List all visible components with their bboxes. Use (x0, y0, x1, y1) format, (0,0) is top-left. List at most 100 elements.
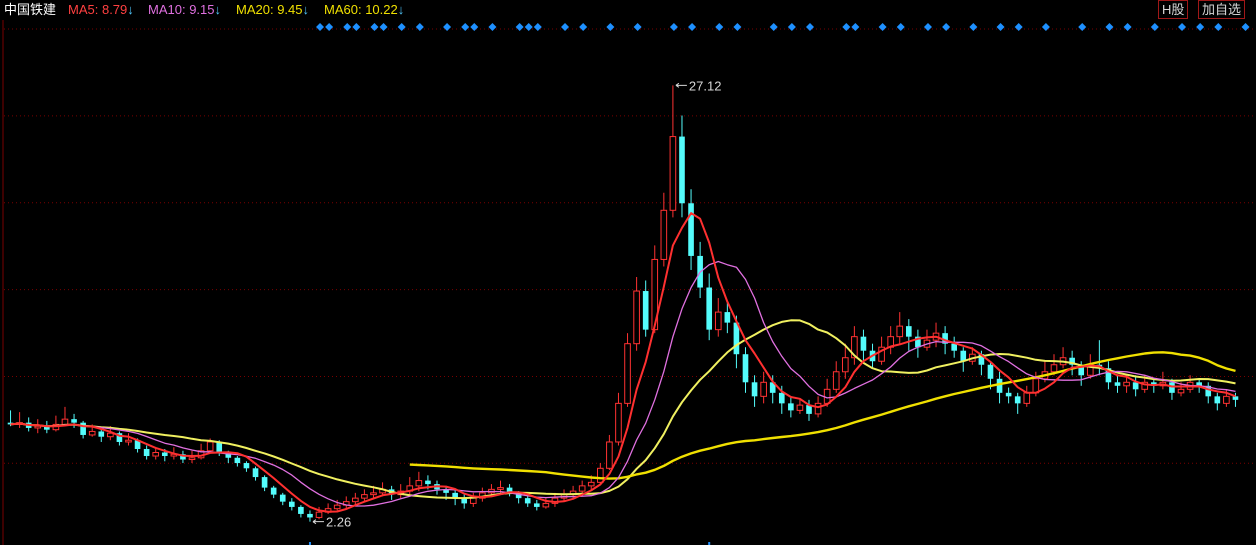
signal-marker (851, 23, 860, 31)
h-share-button[interactable]: H股 (1158, 0, 1189, 19)
candle-body (751, 382, 758, 397)
signal-marker (633, 23, 642, 31)
candle-body (307, 513, 313, 518)
max-arrow-icon (675, 82, 687, 88)
candle-body (1169, 382, 1175, 393)
candle-body (252, 468, 259, 478)
candle-body (987, 364, 994, 379)
signal-marker (996, 23, 1005, 31)
candlestick-chart: 27.12 2.26 (2, 20, 1256, 545)
candle-body (823, 388, 831, 404)
candle-body (996, 378, 1003, 393)
candle-body (688, 203, 694, 256)
candle-body (615, 402, 622, 443)
signal-marker (461, 23, 470, 31)
signal-marker (969, 23, 978, 31)
candle-body (906, 326, 912, 337)
candle-body (1214, 396, 1221, 404)
signal-marker (688, 23, 697, 31)
candle-body (624, 343, 631, 404)
candle-body (524, 498, 531, 504)
ma5-indicator: MA5: 8.79↓ (68, 2, 134, 17)
candle-body (788, 403, 794, 411)
candle-body (143, 448, 150, 457)
candle-body (1177, 388, 1185, 394)
candle-body (814, 402, 822, 415)
candle-body (469, 497, 477, 504)
stock-name: 中国铁建 (4, 2, 57, 17)
candle-body (742, 354, 749, 383)
signal-marker (579, 23, 588, 31)
candle-body (261, 477, 268, 488)
ma60-indicator: MA60: 10.22↓ (324, 2, 405, 17)
signal-marker (878, 23, 887, 31)
chart-header: 中国铁建 MA5: 8.79↓ MA10: 9.15↓ MA20: 9.45↓ … (0, 0, 1256, 20)
signal-marker (1178, 23, 1187, 31)
signal-marker (842, 23, 851, 31)
candle-body (642, 291, 649, 330)
signal-marker (533, 23, 542, 31)
down-arrow-icon: ↓ (302, 2, 310, 17)
candle-body (1232, 396, 1239, 400)
candle-body (188, 457, 196, 461)
min-arrow-icon (312, 519, 324, 525)
signal-marker (787, 23, 796, 31)
signal-marker (325, 23, 334, 31)
signal-marker (1041, 23, 1050, 31)
candle-body (88, 430, 96, 436)
candle-body (333, 504, 341, 510)
candle-body (497, 487, 504, 490)
signal-marker (715, 23, 724, 31)
signal-marker (316, 23, 325, 31)
candle-body (315, 511, 323, 518)
min-price-label: 2.26 (326, 515, 351, 530)
signal-marker (669, 23, 678, 31)
add-watchlist-button[interactable]: 加自选 (1198, 0, 1246, 19)
candle-body (206, 441, 214, 452)
signal-marker (896, 23, 905, 31)
candle-body (587, 481, 595, 487)
signal-marker (806, 23, 815, 31)
candle-body (1023, 392, 1031, 404)
signal-marker (733, 23, 742, 31)
signal-marker (379, 23, 388, 31)
candle-body (679, 136, 685, 204)
candle-body (533, 503, 540, 507)
candle-body (289, 501, 295, 507)
candle-body (542, 502, 550, 508)
candle-body (1005, 392, 1012, 397)
candle-body (234, 457, 241, 464)
candle-body (298, 506, 304, 514)
candle-body (597, 467, 604, 483)
candle-body (841, 357, 849, 373)
signal-marker (343, 23, 352, 31)
signal-marker (443, 23, 452, 31)
candle-body (243, 463, 250, 469)
signal-marker (397, 23, 406, 31)
candle-body (71, 419, 77, 423)
signal-marker (1241, 23, 1250, 31)
candle-body (860, 336, 867, 351)
ma10-indicator: MA10: 9.15↓ (148, 2, 222, 17)
candle-body (669, 136, 677, 211)
candle-body (125, 439, 132, 443)
ma-lines (10, 212, 1236, 513)
down-arrow-icon: ↓ (127, 2, 134, 17)
signal-marker (1150, 23, 1159, 31)
candle-body (415, 480, 423, 487)
ma20-indicator: MA20: 9.45↓ (236, 2, 310, 17)
signal-marker (524, 23, 533, 31)
signal-marker (470, 23, 479, 31)
candle-body (352, 497, 359, 503)
candle-body (660, 209, 668, 260)
candle-body (425, 480, 431, 485)
signal-marker (1123, 23, 1132, 31)
candle-body (578, 485, 586, 492)
candle-body (896, 325, 904, 338)
candle-body (633, 290, 640, 345)
signal-marker (1196, 23, 1205, 31)
signal-marker (415, 23, 424, 31)
candle-body (951, 343, 957, 351)
signal-marker (515, 23, 524, 31)
candle-body (1114, 382, 1121, 386)
